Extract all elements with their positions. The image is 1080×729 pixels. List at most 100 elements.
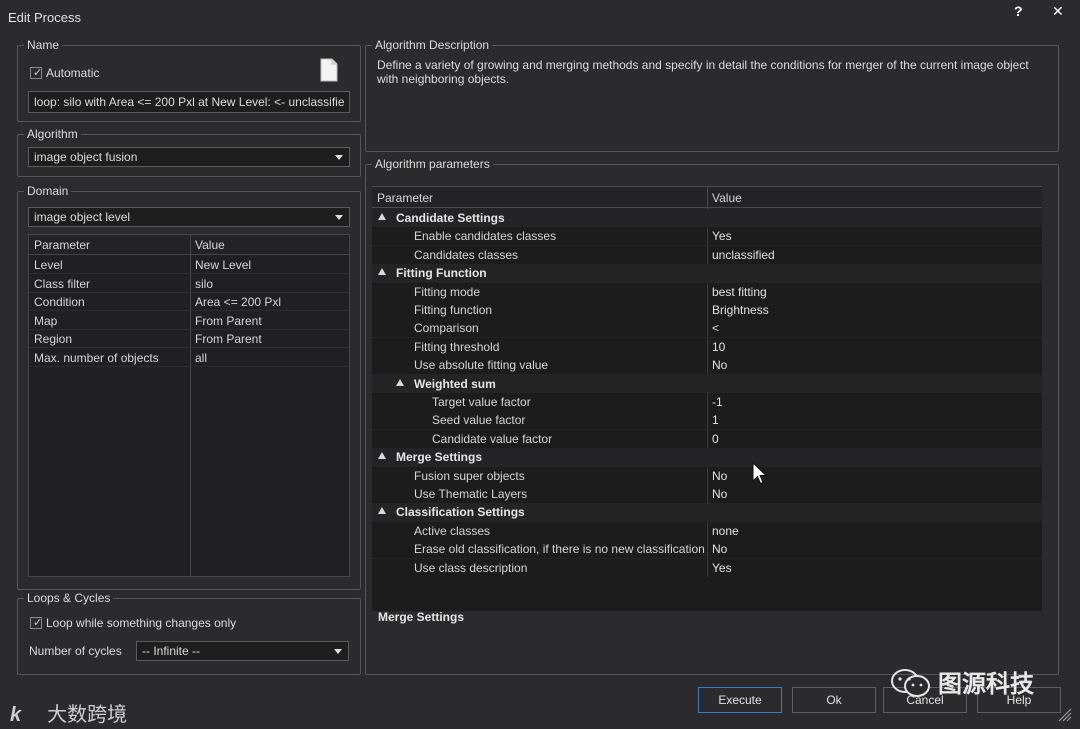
execute-button[interactable]: Execute [698,687,782,713]
parameter-name: Seed value factor [432,413,526,428]
chevron-down-icon [334,649,342,654]
close-icon[interactable]: ✕ [1052,3,1064,20]
table-row[interactable]: Region From Parent [29,329,349,348]
domain-param: Region [34,332,73,346]
check-icon: ✓ [33,617,43,629]
collapse-triangle-icon[interactable] [378,213,386,220]
column-divider [707,485,708,503]
parameter-row[interactable]: Fusion super objects No [372,466,1042,485]
description-legend: Algorithm Description [375,38,490,52]
parameter-row[interactable]: Target value factor -1 [372,393,1042,411]
parameter-name: Classification Settings [396,505,525,520]
parameter-value[interactable]: -1 [712,395,723,409]
parameter-value[interactable]: No [712,358,727,372]
parameter-name: Fitting Function [396,266,487,281]
parameter-value[interactable]: unclassified [712,248,775,262]
parameter-name: Target value factor [432,395,531,409]
parameter-name: Weighted sum [414,376,496,391]
automatic-checkbox[interactable]: ✓ [30,67,42,79]
parameter-row[interactable]: Use absolute fitting value No [372,356,1042,375]
parameter-row[interactable]: Erase old classification, if there is no… [372,540,1042,559]
process-name-field[interactable]: loop: silo with Area <= 200 Pxl at New L… [28,91,350,113]
title-bar: Edit Process ? ✕ [0,0,1080,32]
parameter-row[interactable]: Fitting mode best fitting [372,282,1042,301]
domain-value: image object level [34,210,131,224]
table-row[interactable]: Condition Area <= 200 Pxl [29,292,349,311]
domain-param: Max. number of objects [34,351,159,365]
parameter-value[interactable]: 1 [712,413,719,427]
domain-value: From Parent [195,314,262,328]
table-row[interactable]: Class filter silo [29,274,349,293]
mouse-cursor-icon [752,462,768,485]
parameter-row[interactable]: Candidates classes unclassified [372,245,1042,264]
loop-label: Loop while something changes only [46,616,237,630]
parameters-table: Parameter Value Candidate Settings Enable… [372,186,1042,611]
column-divider [707,393,708,411]
parameter-group-row[interactable]: Classification Settings [372,503,1042,521]
parameter-row[interactable]: Use class description Yes [372,558,1042,577]
parameter-row[interactable]: Seed value factor 1 [372,411,1042,430]
collapse-triangle-icon[interactable] [378,507,386,515]
document-icon[interactable] [320,58,338,82]
help-icon[interactable]: ? [1014,3,1023,19]
parameter-row[interactable]: Fitting threshold 10 [372,337,1042,356]
parameter-row[interactable]: Candidate value factor 0 [372,429,1042,448]
parameter-value[interactable]: Yes [712,561,732,575]
cycles-value: -- Infinite -- [142,644,201,658]
watermark-left-text: 大数跨境 [47,704,128,726]
table-row[interactable]: Level New Level [29,255,349,274]
parameter-row[interactable]: Use Thematic Layers No [372,485,1042,503]
column-divider [707,521,708,540]
parameter-row[interactable]: Enable candidates classes Yes [372,227,1042,246]
chevron-down-icon [335,155,343,160]
column-divider [707,411,708,430]
parameter-value[interactable]: Brightness [712,303,769,317]
parameter-group-row[interactable]: Candidate Settings [372,209,1042,227]
parameter-value[interactable]: best fitting [712,285,767,299]
parameter-group-row[interactable]: Merge Settings [372,448,1042,466]
collapse-triangle-icon[interactable] [378,268,386,276]
domain-param: Class filter [34,277,91,291]
parameter-name: Candidate value factor [432,431,553,446]
parameter-name: Use absolute fitting value [414,358,549,373]
domain-col-parameter: Parameter [34,238,91,252]
parameter-name: Fusion super objects [414,468,525,483]
table-row[interactable]: Max. number of objects all [29,348,349,367]
collapse-triangle-icon[interactable] [378,452,386,460]
parameter-value[interactable]: No [712,542,727,556]
description-group: Algorithm Description [365,38,1059,152]
cycles-label: Number of cycles [29,644,122,658]
parameter-group-row[interactable]: Weighted sum [372,375,1042,393]
domain-param: Map [34,314,58,328]
cycles-select[interactable]: -- Infinite -- [136,641,349,661]
ok-button[interactable]: Ok [792,687,876,713]
column-divider [707,466,708,485]
collapse-triangle-icon[interactable] [396,378,404,386]
algorithm-select[interactable]: image object fusion [28,147,350,167]
wechat-icon [891,669,930,697]
parameter-value[interactable]: 0 [712,432,719,446]
parameter-group-row[interactable]: Fitting Function [372,264,1042,282]
parameter-name: Fitting function [414,303,493,317]
parameter-row[interactable]: Active classes none [372,521,1042,540]
parameter-value[interactable]: No [712,469,727,483]
parameter-row[interactable]: Comparison < [372,319,1042,338]
domain-select[interactable]: image object level [28,207,350,227]
parameter-value[interactable]: No [712,487,727,501]
column-divider [707,301,708,319]
parameter-value[interactable]: 10 [712,340,725,354]
column-divider [707,187,708,209]
parameter-row[interactable]: Fitting function Brightness [372,301,1042,319]
column-divider [707,227,708,246]
parameter-value[interactable]: < [712,321,719,335]
chevron-down-icon [335,215,343,220]
parameter-value[interactable]: Yes [712,229,732,243]
parameter-value[interactable]: none [712,524,739,538]
watermark-left: k 大数跨境 [10,698,127,727]
column-divider [707,337,708,356]
domain-param: Condition [34,295,85,309]
loop-checkbox[interactable]: ✓ [30,617,42,629]
table-row[interactable]: Map From Parent [29,311,349,330]
loops-legend: Loops & Cycles [27,591,111,605]
resize-grip-icon[interactable] [1056,706,1072,722]
